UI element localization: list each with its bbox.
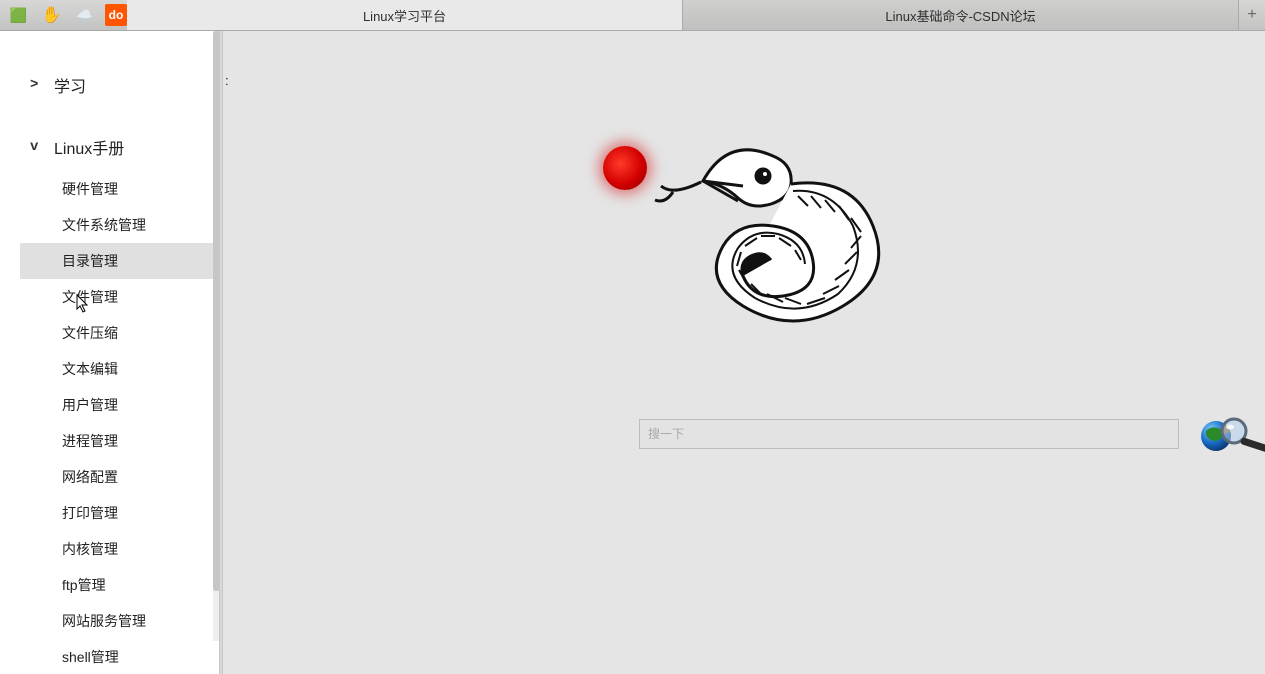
nav-title-linux-manual: Linux手册 [54,135,124,159]
content-area: : [223,31,1265,674]
nav-item-kernel-mgmt[interactable]: 内核管理 [20,531,219,567]
nav-item-shell-mgmt[interactable]: shell管理 [20,639,219,674]
tab-strip: Linux学习平台 Linux基础命令-CSDN论坛 [127,0,1239,30]
logo-area [603,126,893,366]
nav-item-file-compress[interactable]: 文件压缩 [20,315,219,351]
new-tab-button[interactable]: + [1239,0,1265,30]
nav-item-filesystem[interactable]: 文件系统管理 [20,207,219,243]
nav-sub-linux-manual: 硬件管理 文件系统管理 目录管理 文件管理 文件压缩 文本编辑 用户管理 进程管… [0,171,219,674]
nav-item-process-mgmt[interactable]: 进程管理 [20,423,219,459]
nav-item-dir-mgmt[interactable]: 目录管理 [20,243,219,279]
nav-item-ftp-mgmt[interactable]: ftp管理 [20,567,219,603]
nav-head-study[interactable]: > 学习 [0,61,219,109]
browser-tabbar: 🟩 ✋ ☁️ do Linux学习平台 Linux基础命令-CSDN论坛 + [0,0,1265,31]
stray-colon: : [225,73,229,88]
tab-inactive[interactable]: Linux基础命令-CSDN论坛 [683,0,1239,30]
favicon-1[interactable]: 🟩 [2,4,35,27]
caret-collapsed-icon: > [30,77,44,93]
favicon-3[interactable]: ☁️ [68,4,101,27]
tab-favicon-strip: 🟩 ✋ ☁️ do [0,0,127,30]
caret-expanded-icon: v [30,139,44,155]
nav-item-user-mgmt[interactable]: 用户管理 [20,387,219,423]
nav-item-file-mgmt[interactable]: 文件管理 [20,279,219,315]
nav-item-website-mgmt[interactable]: 网站服务管理 [20,603,219,639]
globe-magnifier-icon [1198,413,1265,455]
favicon-4[interactable]: do [105,4,127,26]
sidebar: > 学习 v Linux手册 硬件管理 文件系统管理 目录管理 文件管理 文件压… [0,31,219,674]
sidebar-scrollbar-thumb[interactable] [213,31,219,591]
search-row [639,412,1265,456]
search-input[interactable] [639,419,1179,449]
nav-item-text-edit[interactable]: 文本编辑 [20,351,219,387]
snake-logo-icon [643,126,903,346]
search-button[interactable] [1197,412,1265,456]
nav-head-linux-manual[interactable]: v Linux手册 [0,123,219,171]
favicon-2[interactable]: ✋ [35,4,68,27]
nav-item-print-mgmt[interactable]: 打印管理 [20,495,219,531]
tab-active[interactable]: Linux学习平台 [127,0,683,30]
sidebar-scrollbar-track[interactable] [213,31,219,641]
nav-section-linux-manual: v Linux手册 硬件管理 文件系统管理 目录管理 文件管理 文件压缩 文本编… [0,123,219,674]
nav-item-hardware[interactable]: 硬件管理 [20,171,219,207]
tab-title-active: Linux学习平台 [363,6,446,25]
red-ball-icon [603,146,647,190]
tab-title-inactive: Linux基础命令-CSDN论坛 [885,6,1035,25]
nav-title-study: 学习 [54,73,86,97]
main-area: > 学习 v Linux手册 硬件管理 文件系统管理 目录管理 文件管理 文件压… [0,31,1265,674]
nav-section-study: > 学习 [0,61,219,109]
nav-item-network[interactable]: 网络配置 [20,459,219,495]
